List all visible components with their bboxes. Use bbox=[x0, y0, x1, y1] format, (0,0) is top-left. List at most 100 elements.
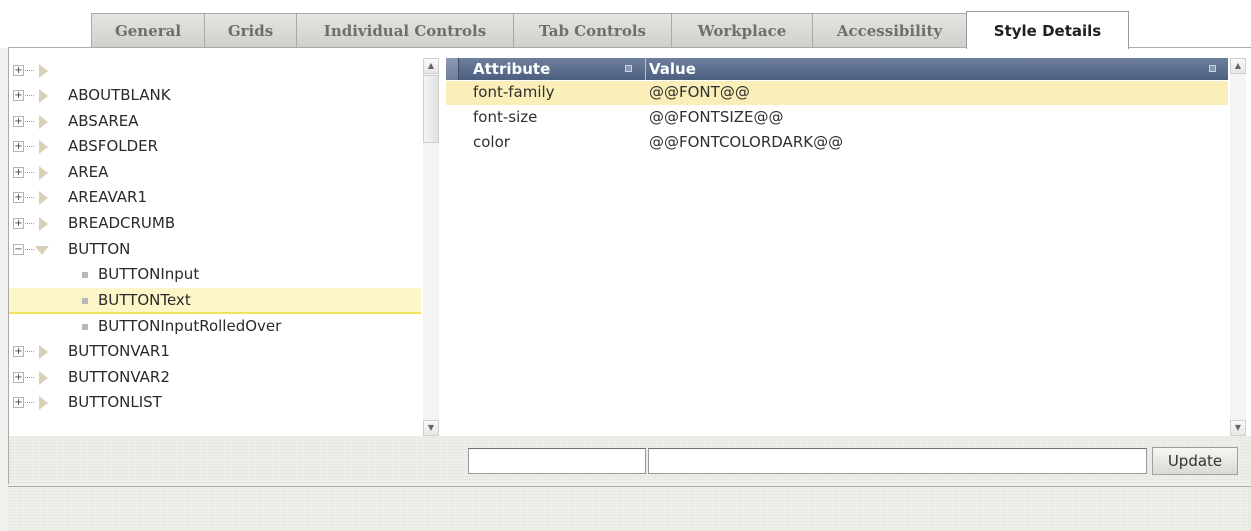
tab-individual-controls[interactable]: Individual Controls bbox=[296, 13, 514, 48]
attribute-grid-header: Attribute Value bbox=[446, 58, 1228, 80]
tree-node-selected[interactable]: BUTTONText bbox=[9, 288, 421, 314]
collapsed-arrow-icon bbox=[39, 166, 48, 180]
leaf-icon bbox=[82, 324, 88, 330]
tree-line bbox=[25, 351, 34, 352]
tree-node[interactable]: + ABSAREA bbox=[9, 109, 421, 135]
value-cell: @@FONTCOLORDARK@@ bbox=[649, 133, 844, 151]
tree-line bbox=[25, 377, 34, 378]
collapsed-arrow-icon bbox=[39, 89, 48, 103]
scroll-up-icon[interactable]: ▲ bbox=[423, 58, 439, 74]
expand-icon[interactable]: + bbox=[13, 192, 24, 203]
column-separator[interactable] bbox=[645, 58, 646, 80]
tree-line bbox=[25, 146, 34, 147]
tree-node-label: AREAVAR1 bbox=[68, 188, 147, 206]
expand-icon[interactable]: + bbox=[13, 218, 24, 229]
tree-node[interactable]: + BREADCRUMB bbox=[9, 211, 421, 237]
collapsed-arrow-icon bbox=[39, 140, 48, 154]
expand-icon[interactable]: + bbox=[13, 346, 24, 357]
tree-node[interactable]: BUTTONInputRolledOver bbox=[9, 314, 421, 340]
expand-icon[interactable]: + bbox=[13, 141, 24, 152]
tree-node-label: BUTTONVAR2 bbox=[68, 368, 170, 386]
attribute-cell: font-size bbox=[473, 108, 538, 126]
expand-icon[interactable]: + bbox=[13, 116, 24, 127]
tab-workplace[interactable]: Workplace bbox=[671, 13, 813, 48]
value-cell: @@FONT@@ bbox=[649, 83, 750, 101]
tree-node-label: BUTTON bbox=[68, 240, 131, 258]
tab-accessibility[interactable]: Accessibility bbox=[812, 13, 967, 48]
tree-line bbox=[25, 70, 34, 71]
tree-line bbox=[25, 95, 34, 96]
collapsed-arrow-icon bbox=[39, 115, 48, 129]
tab-style-details[interactable]: Style Details bbox=[966, 11, 1129, 49]
tree-node-label: ABSAREA bbox=[68, 112, 139, 130]
tree-node-label: BUTTONVAR1 bbox=[68, 342, 170, 360]
tree-node[interactable]: + ABSFOLDER bbox=[9, 134, 421, 160]
tree-node-label: AREA bbox=[68, 163, 109, 181]
expanded-arrow-icon bbox=[35, 246, 49, 255]
scroll-up-icon[interactable]: ▲ bbox=[1230, 58, 1246, 74]
attribute-cell: font-family bbox=[473, 83, 555, 101]
tab-tab-controls[interactable]: Tab Controls bbox=[513, 13, 672, 48]
style-details-panel: + + ABOUTBLANK + ABSAREA + ABSFOLDER + A… bbox=[8, 48, 1251, 484]
collapsed-arrow-icon bbox=[39, 191, 48, 205]
tree-node[interactable]: + AREA bbox=[9, 160, 421, 186]
attribute-cell: color bbox=[473, 133, 510, 151]
collapse-icon[interactable]: − bbox=[13, 244, 24, 255]
expand-icon[interactable]: + bbox=[13, 65, 24, 76]
tab-grids[interactable]: Grids bbox=[204, 13, 297, 48]
grid-row[interactable]: font-size @@FONTSIZE@@ bbox=[446, 106, 1228, 130]
tree-node-label: BREADCRUMB bbox=[68, 214, 176, 232]
tree-node-label: BUTTONInputRolledOver bbox=[98, 317, 282, 335]
tree-node[interactable]: + BUTTONLIST bbox=[9, 390, 421, 416]
tree-node-label: BUTTONText bbox=[98, 291, 191, 309]
tree-node-label: BUTTONInput bbox=[98, 265, 200, 283]
tree-line bbox=[25, 172, 34, 173]
leaf-icon bbox=[82, 272, 88, 278]
tree-node[interactable]: + bbox=[9, 58, 421, 84]
update-button[interactable]: Update bbox=[1152, 447, 1238, 475]
tab-general[interactable]: General bbox=[91, 13, 205, 48]
collapsed-arrow-icon bbox=[39, 371, 48, 385]
tree-node-label: ABSFOLDER bbox=[68, 137, 159, 155]
tree-node-label: BUTTONLIST bbox=[68, 393, 162, 411]
grid-row[interactable]: color @@FONTCOLORDARK@@ bbox=[446, 131, 1228, 155]
style-tree: + + ABOUTBLANK + ABSAREA + ABSFOLDER + A… bbox=[9, 58, 439, 436]
tree-line bbox=[25, 197, 34, 198]
collapsed-arrow-icon bbox=[39, 64, 48, 78]
column-menu-icon[interactable] bbox=[1209, 65, 1216, 72]
column-header-attribute[interactable]: Attribute bbox=[473, 60, 550, 78]
tree-scrollbar[interactable]: ▲ ▼ bbox=[423, 58, 439, 436]
expand-icon[interactable]: + bbox=[13, 372, 24, 383]
attribute-input[interactable] bbox=[468, 448, 646, 474]
status-footer bbox=[8, 486, 1251, 531]
tree-node[interactable]: + BUTTONVAR1 bbox=[9, 339, 421, 365]
tree-line bbox=[25, 249, 34, 250]
select-all-corner[interactable] bbox=[446, 58, 459, 80]
column-menu-icon[interactable] bbox=[625, 65, 632, 72]
leaf-icon bbox=[82, 298, 88, 304]
tree-node[interactable]: BUTTONInput bbox=[9, 262, 421, 288]
grid-scrollbar[interactable]: ▲ ▼ bbox=[1230, 58, 1246, 436]
expand-icon[interactable]: + bbox=[13, 397, 24, 408]
tree-scroll-thumb[interactable] bbox=[423, 75, 439, 143]
tree-node[interactable]: − BUTTON bbox=[9, 237, 421, 263]
tree-line bbox=[25, 223, 34, 224]
expand-icon[interactable]: + bbox=[13, 167, 24, 178]
tree-line bbox=[25, 402, 34, 403]
grid-row-selected[interactable]: font-family @@FONT@@ bbox=[446, 81, 1228, 105]
tree-node[interactable]: + ABOUTBLANK bbox=[9, 83, 421, 109]
collapsed-arrow-icon bbox=[39, 345, 48, 359]
value-cell: @@FONTSIZE@@ bbox=[649, 108, 784, 126]
tree-node[interactable]: + AREAVAR1 bbox=[9, 185, 421, 211]
scroll-down-icon[interactable]: ▼ bbox=[423, 420, 439, 436]
expand-icon[interactable]: + bbox=[13, 90, 24, 101]
column-header-value[interactable]: Value bbox=[649, 60, 696, 78]
tab-bar: General Grids Individual Controls Tab Co… bbox=[0, 0, 1251, 49]
collapsed-arrow-icon bbox=[39, 396, 48, 410]
scroll-down-icon[interactable]: ▼ bbox=[1230, 420, 1246, 436]
value-input[interactable] bbox=[648, 448, 1147, 474]
collapsed-arrow-icon bbox=[39, 217, 48, 231]
tree-node-label: ABOUTBLANK bbox=[68, 86, 171, 104]
tree-node[interactable]: + BUTTONVAR2 bbox=[9, 365, 421, 391]
tree-line bbox=[25, 121, 34, 122]
